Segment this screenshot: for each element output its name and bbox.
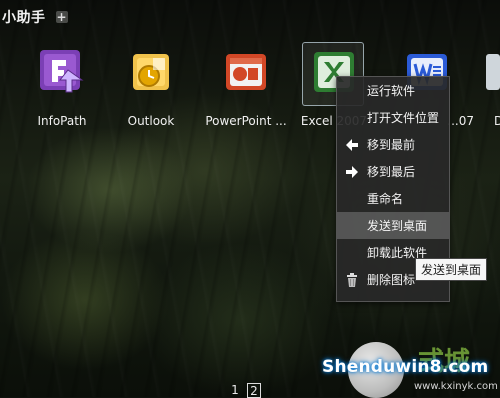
watermark-url: www.kxinyk.com xyxy=(414,381,498,392)
tile-label-partial: D xyxy=(494,114,500,128)
app-title: 小助手 xyxy=(2,10,46,26)
menu-label-move-last: 移到最后 xyxy=(367,165,416,179)
menu-item-move-first[interactable]: 移到最前 xyxy=(337,131,449,158)
top-bar: 小助手 + xyxy=(0,0,500,34)
outlook-icon xyxy=(127,48,175,96)
menu-label-move-first: 移到最前 xyxy=(367,138,416,152)
infopath-icon xyxy=(38,48,86,96)
page-1-button[interactable]: 1 xyxy=(229,383,241,397)
tile-label-powerpoint: PowerPoint ... xyxy=(205,114,287,128)
tile-outlook[interactable]: Outlook xyxy=(104,48,198,128)
page-2-button[interactable]: 2 xyxy=(247,383,261,398)
menu-label-run: 运行软件 xyxy=(367,84,416,98)
tile-infopath[interactable]: InfoPath xyxy=(15,48,109,128)
watermark: 式城 Shenduwin8.com www.kxinyk.com xyxy=(322,342,498,398)
trash-icon xyxy=(344,272,360,288)
menu-item-rename[interactable]: 重命名 xyxy=(337,185,449,212)
partial-icon xyxy=(456,48,500,96)
tile-label-outlook: Outlook xyxy=(127,114,175,128)
menu-item-send-to-desktop[interactable]: 发送到桌面 xyxy=(337,212,449,239)
powerpoint-icon xyxy=(222,48,270,96)
menu-item-move-last[interactable]: 移到最后 xyxy=(337,158,449,185)
pager: 1 2 xyxy=(229,383,261,398)
tile-partial[interactable]: D xyxy=(456,48,500,128)
watermark-main-text: Shenduwin8.com xyxy=(322,357,489,377)
tooltip-send-to-desktop: 发送到桌面 xyxy=(415,258,488,281)
tile-powerpoint[interactable]: PowerPoint ... xyxy=(199,48,293,128)
tile-label-infopath: InfoPath xyxy=(37,114,87,128)
add-tab-button[interactable]: + xyxy=(55,11,68,23)
menu-label-send-to-desktop: 发送到桌面 xyxy=(367,219,428,233)
arrow-left-icon xyxy=(344,137,360,153)
menu-item-run[interactable]: 运行软件 xyxy=(337,77,449,104)
menu-label-open-location: 打开文件位置 xyxy=(367,111,440,125)
arrow-right-icon xyxy=(344,164,360,180)
menu-label-delete-icon: 删除图标 xyxy=(367,273,416,287)
menu-label-rename: 重命名 xyxy=(367,192,404,206)
menu-item-open-location[interactable]: 打开文件位置 xyxy=(337,104,449,131)
